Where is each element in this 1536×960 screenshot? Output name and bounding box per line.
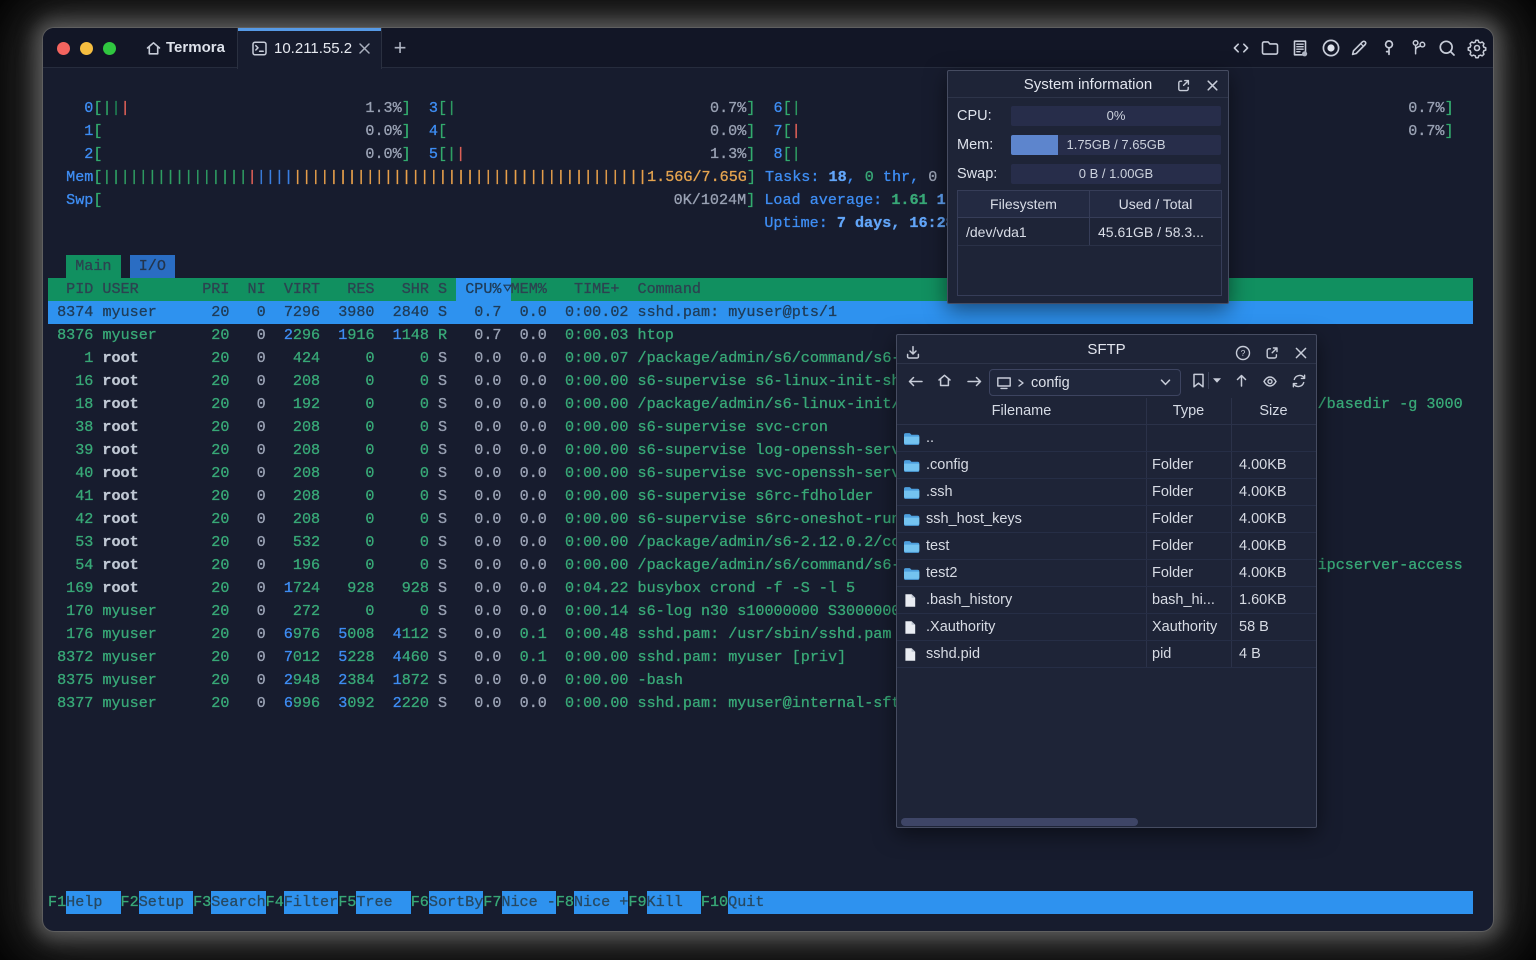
svg-text:?: ? xyxy=(1241,348,1246,358)
